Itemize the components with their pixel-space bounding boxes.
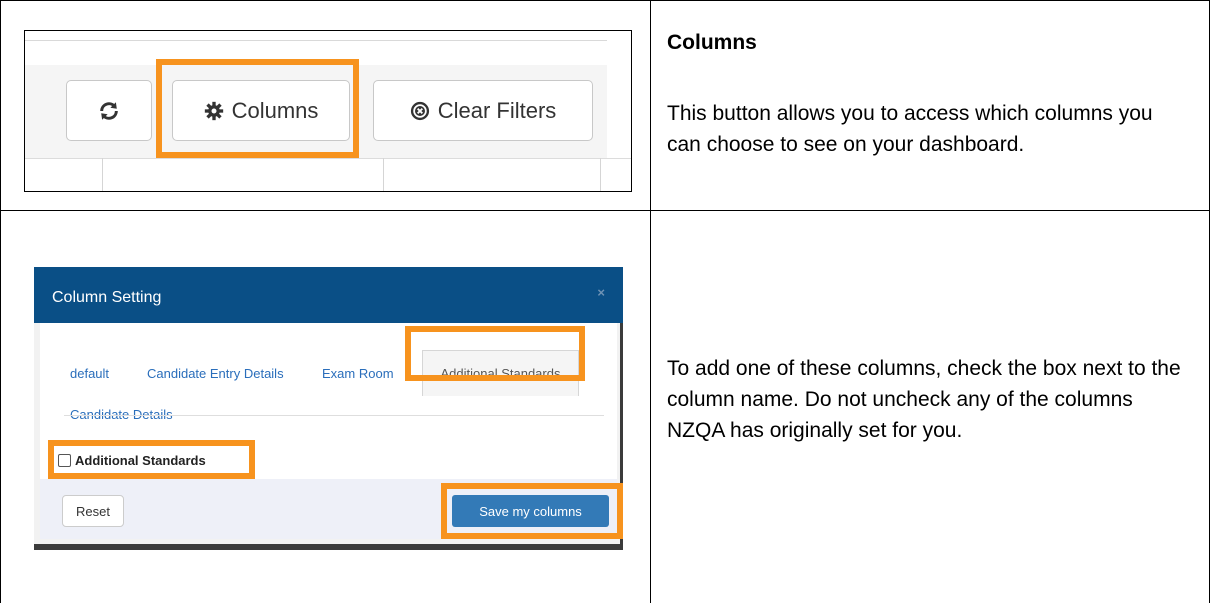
tabs-divider [64,415,604,416]
columns-description: This button allows you to access which c… [667,102,1153,156]
checkbox-label: Additional Standards [75,453,206,468]
add-columns-description: To add one of these columns, check the b… [667,357,1181,442]
tab-exam-room[interactable]: Exam Room [322,366,394,381]
additional-standards-option[interactable]: Additional Standards [58,453,206,468]
clear-filters-label: Clear Filters [437,97,557,123]
column-divider [102,158,103,191]
columns-button-label: Columns [231,97,319,123]
circle-x-icon [410,101,429,120]
modal-body: default Candidate Entry Details Exam Roo… [40,323,617,479]
modal-footer: Reset Save my columns [40,479,617,539]
modal-title: Column Setting [52,289,162,306]
section-heading: Columns [667,31,757,54]
tab-additional-standards[interactable]: Additional Standards [422,350,579,396]
modal-header: Column Setting × [34,267,623,323]
column-setting-modal: Column Setting × default Candidate Entry… [34,267,623,550]
refresh-icon [100,101,118,120]
save-my-columns-button[interactable]: Save my columns [452,495,609,527]
table-column-divider [650,0,651,603]
columns-button[interactable]: Columns [172,80,350,141]
clear-filters-button[interactable]: Clear Filters [373,80,593,141]
table-row-divider [0,210,1210,211]
column-divider [383,158,384,191]
table-border-top [0,0,1210,1]
table-header-strip [25,158,631,191]
additional-standards-checkbox[interactable] [58,454,71,467]
toolbar-screenshot: Columns Clear Filters [24,30,632,192]
gear-icon [204,101,223,120]
column-divider [600,158,601,191]
divider [25,40,607,41]
table-border-left [0,0,1,603]
tab-candidate-entry-details[interactable]: Candidate Entry Details [147,366,284,381]
refresh-button[interactable] [66,80,152,141]
close-icon[interactable]: × [597,285,605,300]
reset-button[interactable]: Reset [62,495,124,527]
tab-default[interactable]: default [70,366,109,381]
